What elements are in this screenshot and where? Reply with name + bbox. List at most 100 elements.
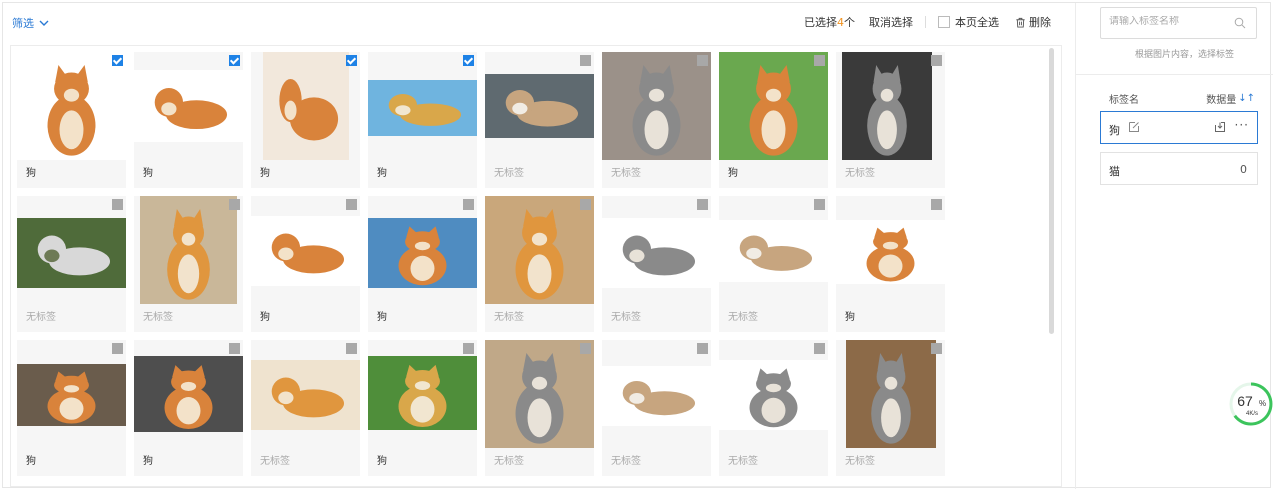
image-tag-label: 狗 [26, 168, 36, 179]
image-thumbnail[interactable] [719, 196, 828, 304]
image-thumbnail[interactable] [17, 52, 126, 160]
image-card[interactable]: 狗 [368, 340, 477, 476]
checkbox-unchecked[interactable] [931, 343, 942, 354]
checkbox-unchecked[interactable] [697, 343, 708, 354]
image-card[interactable]: 无标签 [134, 196, 243, 332]
image-card[interactable]: 无标签 [719, 340, 828, 476]
image-tag-label: 狗 [728, 168, 738, 179]
image-thumbnail[interactable] [719, 340, 828, 448]
image-card[interactable]: 无标签 [485, 340, 594, 476]
image-card[interactable]: 无标签 [251, 340, 360, 476]
speed-percent: 67 [1237, 393, 1253, 409]
image-card[interactable]: 狗 [719, 52, 828, 188]
checkbox-unchecked[interactable] [463, 199, 474, 210]
image-thumbnail[interactable] [134, 340, 243, 448]
image-thumbnail[interactable] [836, 196, 945, 304]
image-tag-label: 狗 [377, 312, 387, 323]
image-card[interactable]: 无标签 [602, 52, 711, 188]
image-card[interactable]: 狗 [368, 196, 477, 332]
tag-hint: 根据图片内容，选择标签 [1134, 50, 1234, 60]
image-card[interactable]: 无标签 [836, 52, 945, 188]
image-thumbnail[interactable] [17, 196, 126, 304]
checkbox-unchecked[interactable] [229, 343, 240, 354]
image-card[interactable]: 狗 [836, 196, 945, 332]
checkbox-unchecked[interactable] [814, 343, 825, 354]
checkbox-unchecked[interactable] [580, 55, 591, 66]
checkbox-unchecked[interactable] [229, 199, 240, 210]
image-card[interactable]: 无标签 [602, 340, 711, 476]
image-card[interactable]: 无标签 [719, 196, 828, 332]
network-speed-widget[interactable]: 67 % 4K/s [1228, 381, 1273, 427]
image-thumbnail[interactable] [251, 52, 360, 160]
checkbox-unchecked[interactable] [931, 55, 942, 66]
grid-scrollbar[interactable] [1049, 48, 1054, 334]
checkbox-unchecked[interactable] [814, 55, 825, 66]
image-thumbnail[interactable] [251, 340, 360, 448]
image-thumbnail[interactable] [368, 196, 477, 304]
image-card[interactable]: 狗 [251, 196, 360, 332]
image-thumbnail[interactable] [485, 52, 594, 160]
column-data-count[interactable]: 数据量 ↓↑ [1206, 91, 1255, 106]
image-thumbnail[interactable] [602, 52, 711, 160]
image-card[interactable]: 狗 [368, 52, 477, 188]
tag-name: 狗 [1109, 124, 1120, 137]
app-window: 筛选 已选择4个 取消选择 本页全选 删除 狗狗狗狗无标签 无标签狗无标签 无标签无… [2, 2, 1273, 489]
checkbox-checked[interactable] [463, 55, 474, 66]
image-thumbnail[interactable] [251, 196, 360, 304]
more-options-icon[interactable]: ··· [1235, 118, 1249, 132]
filter-dropdown[interactable]: 筛选 [12, 15, 50, 31]
image-thumbnail[interactable] [134, 52, 243, 160]
edit-icon[interactable] [1128, 121, 1140, 133]
checkbox-checked[interactable] [346, 55, 357, 66]
cancel-selection-button[interactable]: 取消选择 [869, 14, 913, 30]
image-thumbnail[interactable] [836, 52, 945, 160]
tag-search-input[interactable] [1109, 16, 1229, 27]
export-icon[interactable] [1214, 121, 1226, 133]
image-tag-label: 无标签 [845, 168, 875, 179]
image-thumbnail[interactable] [485, 196, 594, 304]
checkbox-unchecked[interactable] [346, 199, 357, 210]
image-thumbnail[interactable] [602, 340, 711, 448]
image-thumbnail[interactable] [134, 196, 243, 304]
image-card[interactable]: 无标签 [602, 196, 711, 332]
image-card[interactable]: 狗 [134, 52, 243, 188]
sort-icon[interactable]: ↓↑ [1238, 93, 1255, 104]
checkbox-unchecked[interactable] [580, 199, 591, 210]
panel-divider [1076, 74, 1273, 75]
checkbox-checked[interactable] [229, 55, 240, 66]
filter-label: 筛选 [12, 17, 34, 30]
image-tag-label: 无标签 [494, 312, 524, 323]
checkbox-unchecked[interactable] [814, 199, 825, 210]
checkbox-unchecked[interactable] [346, 343, 357, 354]
tag-row-cat[interactable]: 猫 0 [1100, 152, 1258, 185]
chevron-down-icon [39, 20, 49, 26]
checkbox-unchecked[interactable] [580, 343, 591, 354]
image-card[interactable]: 无标签 [485, 52, 594, 188]
search-icon[interactable] [1234, 17, 1246, 29]
image-thumbnail[interactable] [719, 52, 828, 160]
image-card[interactable]: 狗 [17, 52, 126, 188]
tag-row-dog[interactable]: 狗 ··· [1100, 111, 1258, 144]
checkbox-unchecked[interactable] [463, 343, 474, 354]
image-card[interactable]: 无标签 [485, 196, 594, 332]
image-thumbnail[interactable] [17, 340, 126, 448]
checkbox-unchecked[interactable] [697, 55, 708, 66]
image-thumbnail[interactable] [602, 196, 711, 304]
image-thumbnail[interactable] [368, 340, 477, 448]
image-card[interactable]: 无标签 [17, 196, 126, 332]
checkbox-unchecked[interactable] [697, 199, 708, 210]
image-card[interactable]: 无标签 [836, 340, 945, 476]
checkbox-unchecked[interactable] [112, 199, 123, 210]
image-card[interactable]: 狗 [17, 340, 126, 476]
select-all-page-checkbox[interactable]: 本页全选 [938, 14, 999, 30]
checkbox-unchecked[interactable] [112, 343, 123, 354]
image-card[interactable]: 狗 [134, 340, 243, 476]
checkbox-checked[interactable] [112, 55, 123, 66]
image-card[interactable]: 狗 [251, 52, 360, 188]
delete-button[interactable]: 删除 [1015, 14, 1051, 30]
checkbox-unchecked[interactable] [931, 199, 942, 210]
image-thumbnail[interactable] [485, 340, 594, 448]
tag-count: 0 [1240, 163, 1247, 176]
image-thumbnail[interactable] [368, 52, 477, 160]
image-thumbnail[interactable] [836, 340, 945, 448]
